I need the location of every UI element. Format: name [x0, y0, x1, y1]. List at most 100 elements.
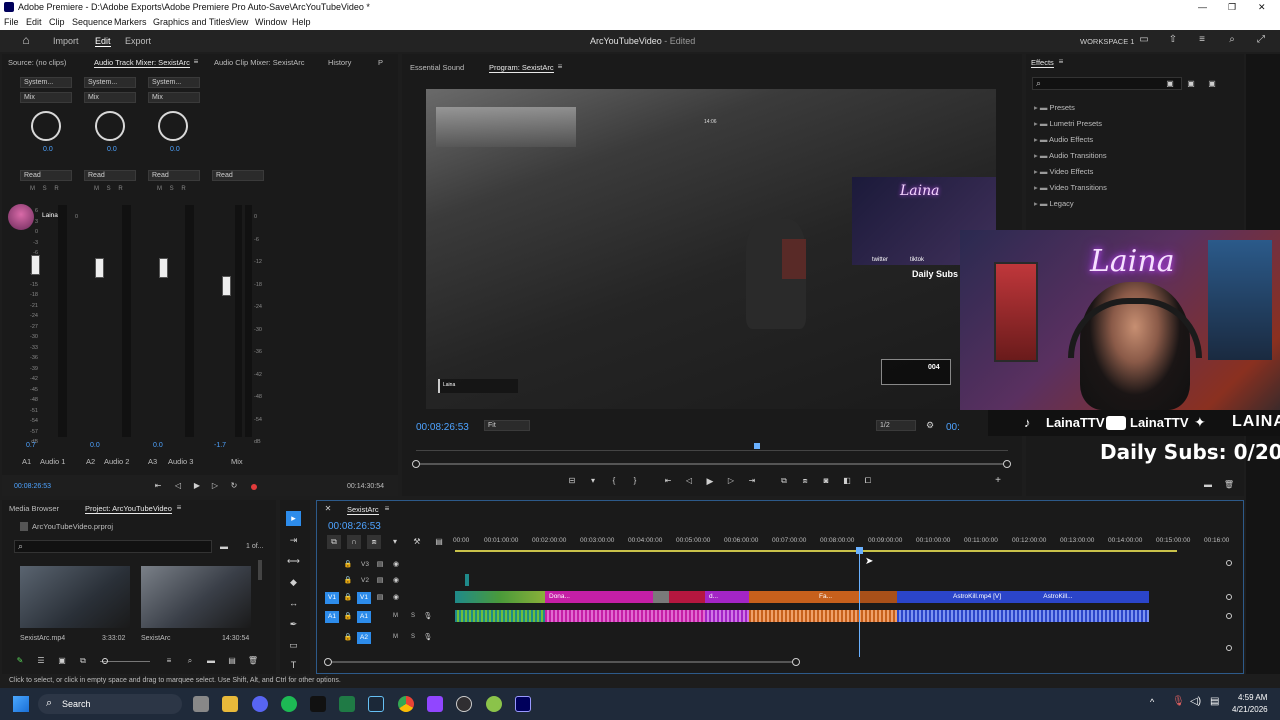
new-bin-icon[interactable]: ▬: [205, 654, 217, 668]
lock-icon[interactable]: 🔒: [343, 631, 353, 645]
clip-v2-teal[interactable]: [465, 574, 469, 586]
program-scroll-right-handle[interactable]: [1003, 460, 1011, 468]
record-label[interactable]: R: [181, 186, 185, 192]
clip-purple[interactable]: d...: [705, 591, 749, 603]
mute-toggle[interactable]: M: [393, 613, 398, 619]
audio-clip-purple[interactable]: [705, 610, 749, 622]
insert-icon[interactable]: ⧉: [778, 474, 790, 488]
camera-icon[interactable]: ◙: [820, 474, 832, 488]
lock-icon[interactable]: 🔒: [343, 574, 353, 588]
mute-label[interactable]: M: [30, 186, 35, 192]
overwrite-icon[interactable]: ⧈: [799, 474, 811, 488]
play-icon[interactable]: ▶: [191, 479, 203, 493]
mix-automation[interactable]: Read: [212, 170, 264, 181]
tray-chevron-icon[interactable]: ^: [1150, 697, 1154, 707]
channel-2-fader[interactable]: [95, 258, 104, 278]
program-ruler[interactable]: [416, 441, 1008, 451]
channel-3-pan-knob[interactable]: [158, 111, 188, 141]
toggle-sync-icon[interactable]: ▤: [375, 591, 385, 605]
mute-label[interactable]: M: [157, 186, 162, 192]
effects-item-presets[interactable]: ▸ ▬ Presets: [1034, 100, 1234, 116]
steam-icon[interactable]: [368, 696, 384, 712]
microphone-icon[interactable]: 🎙: [423, 610, 433, 624]
effects-item-video-transitions[interactable]: ▸ ▬ Video Transitions: [1034, 180, 1234, 196]
sort-icon[interactable]: ≡: [163, 654, 175, 668]
mix-fader[interactable]: [222, 276, 231, 296]
channel-1-automation[interactable]: Read: [20, 170, 72, 181]
clip-teal[interactable]: [455, 591, 545, 603]
pen-tool[interactable]: ✒: [286, 617, 301, 631]
tab-sequence[interactable]: SexistArc: [347, 505, 379, 515]
channel-2-pan-knob[interactable]: [95, 111, 125, 141]
fullscreen-icon[interactable]: ⤢: [1254, 33, 1268, 47]
settings-wrench-icon[interactable]: ⚒: [411, 535, 423, 549]
timeline-timecode[interactable]: 00:08:26:53: [328, 521, 381, 532]
close-sequence-icon[interactable]: ✕: [323, 502, 333, 516]
tab-history[interactable]: History: [328, 58, 351, 67]
new-folder-icon[interactable]: ▬: [1202, 478, 1214, 492]
panel-menu-icon[interactable]: ≡: [191, 55, 201, 69]
track-end-marker[interactable]: [1226, 613, 1232, 619]
share-icon[interactable]: ⇧: [1166, 33, 1180, 47]
channel-2-automation[interactable]: Read: [84, 170, 136, 181]
menu-window[interactable]: Window: [255, 17, 287, 27]
source-patch-v1[interactable]: V1: [325, 592, 339, 604]
solo-label[interactable]: S: [107, 186, 111, 192]
icon-view-icon[interactable]: ▣: [56, 654, 68, 668]
menu-markers[interactable]: Markers: [114, 17, 147, 27]
track-label[interactable]: V2: [361, 577, 369, 584]
volume-icon[interactable]: ◁): [1190, 696, 1201, 707]
program-playhead[interactable]: [754, 443, 760, 449]
go-to-in-icon[interactable]: ⇤: [662, 474, 674, 488]
effects-item-audio-transitions[interactable]: ▸ ▬ Audio Transitions: [1034, 148, 1234, 164]
clip-magenta[interactable]: Dona...: [545, 591, 653, 603]
step-back-icon[interactable]: ◁: [683, 474, 695, 488]
channel-3-fader[interactable]: [159, 258, 168, 278]
compare-icon[interactable]: ◧: [841, 474, 853, 488]
add-marker-icon[interactable]: ▾: [389, 535, 401, 549]
project-menu-icon[interactable]: ≡: [174, 501, 184, 515]
channel-3-mode[interactable]: Mix: [148, 92, 200, 103]
mixer-timecode[interactable]: 00:08:26:53: [14, 483, 51, 490]
toggle-sync-icon[interactable]: ▤: [375, 558, 385, 572]
channel-2-input[interactable]: System...: [84, 77, 136, 88]
clip-red[interactable]: [669, 591, 705, 603]
razor-tool[interactable]: ◆: [286, 575, 301, 589]
task-view-icon[interactable]: [193, 696, 209, 712]
chrome-icon[interactable]: [398, 696, 414, 712]
pencil-icon[interactable]: ✎: [14, 654, 26, 668]
timeline-ruler[interactable]: 00:00 00:01:00:00 00:02:00:00 00:03:00:0…: [453, 537, 1229, 549]
media-app-icon[interactable]: [310, 696, 326, 712]
channel-1-fader[interactable]: [31, 255, 40, 275]
lock-icon[interactable]: 🔒: [343, 591, 353, 605]
tab-program[interactable]: Program: SexistArc: [489, 63, 554, 73]
step-back-icon[interactable]: ◁: [172, 479, 184, 493]
project-search-input[interactable]: ⌕: [14, 540, 212, 553]
program-scroll-left-handle[interactable]: [412, 460, 420, 468]
go-to-in-icon[interactable]: ⇤: [152, 479, 164, 493]
effects-item-lumetri[interactable]: ▸ ▬ Lumetri Presets: [1034, 116, 1234, 132]
lock-icon[interactable]: 🔒: [343, 558, 353, 572]
resolution-dropdown[interactable]: 1/2: [876, 420, 916, 431]
project-thumb-1[interactable]: [20, 566, 130, 628]
channel-1-input[interactable]: System...: [20, 77, 72, 88]
tab-overflow[interactable]: P: [378, 58, 383, 67]
tab-export[interactable]: Export: [125, 36, 151, 46]
effects-item-video-effects[interactable]: ▸ ▬ Video Effects: [1034, 164, 1234, 180]
tab-media-browser[interactable]: Media Browser: [9, 504, 59, 513]
program-video-frame[interactable]: 14:06 Laina 004 Laina twitter tiktok Dai…: [426, 89, 996, 409]
timeline-scroll-right-handle[interactable]: [792, 658, 800, 666]
mark-in-icon[interactable]: {: [608, 474, 620, 488]
yuv-effects-icon[interactable]: ▣: [1206, 77, 1218, 91]
excel-icon[interactable]: [339, 696, 355, 712]
track-label[interactable]: A2: [357, 632, 371, 644]
find-icon[interactable]: ⌕: [184, 654, 196, 668]
clip-blue[interactable]: AstroKill.mp4 [V] AstroKill...: [897, 591, 1149, 603]
program-menu-icon[interactable]: ≡: [555, 60, 565, 74]
project-thumb-2[interactable]: [141, 566, 251, 628]
program-timecode[interactable]: 00:08:26:53: [416, 422, 469, 433]
linked-selection-icon[interactable]: ⧈: [367, 535, 381, 549]
eye-icon[interactable]: ◉: [391, 558, 401, 572]
loop-icon[interactable]: ↻: [228, 479, 240, 493]
track-end-marker[interactable]: [1226, 560, 1232, 566]
